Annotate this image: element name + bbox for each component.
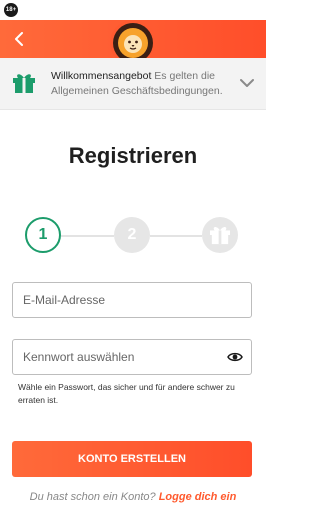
password-hint: Wähle ein Passwort, das sicher und für a… xyxy=(18,382,235,405)
login-prompt: Du hast schon ein Konto? Logge dich ein xyxy=(0,491,266,503)
gift-icon xyxy=(13,74,35,93)
welcome-offer-title: Willkommensangebot xyxy=(51,70,152,82)
login-link[interactable]: Logge dich ein xyxy=(159,491,237,503)
chevron-down-icon[interactable] xyxy=(240,78,254,88)
stepper-connector xyxy=(61,235,114,237)
registration-stepper: 1 2 xyxy=(25,217,240,253)
welcome-offer-text: Willkommensangebot Es gelten die Allgeme… xyxy=(51,69,231,99)
password-field[interactable] xyxy=(12,339,252,375)
email-input[interactable] xyxy=(13,283,251,317)
chevron-left-icon xyxy=(15,32,23,46)
page-title: Registrieren xyxy=(68,143,198,168)
step-2: 2 xyxy=(114,217,150,253)
welcome-offer-banner[interactable]: Willkommensangebot Es gelten die Allgeme… xyxy=(0,58,266,110)
email-field[interactable] xyxy=(12,282,252,318)
status-strip: 18+ xyxy=(0,0,266,20)
eye-icon[interactable] xyxy=(227,351,243,363)
create-account-button[interactable]: KONTO ERSTELLEN xyxy=(12,441,252,477)
age-badge: 18+ xyxy=(4,3,18,17)
gift-icon xyxy=(210,227,230,245)
step-1: 1 xyxy=(25,217,61,253)
login-question: Du hast schon ein Konto? xyxy=(29,491,156,503)
back-button[interactable] xyxy=(8,28,30,50)
step-3-bonus xyxy=(202,217,238,253)
password-input[interactable] xyxy=(13,340,251,374)
stepper-connector xyxy=(150,235,202,237)
